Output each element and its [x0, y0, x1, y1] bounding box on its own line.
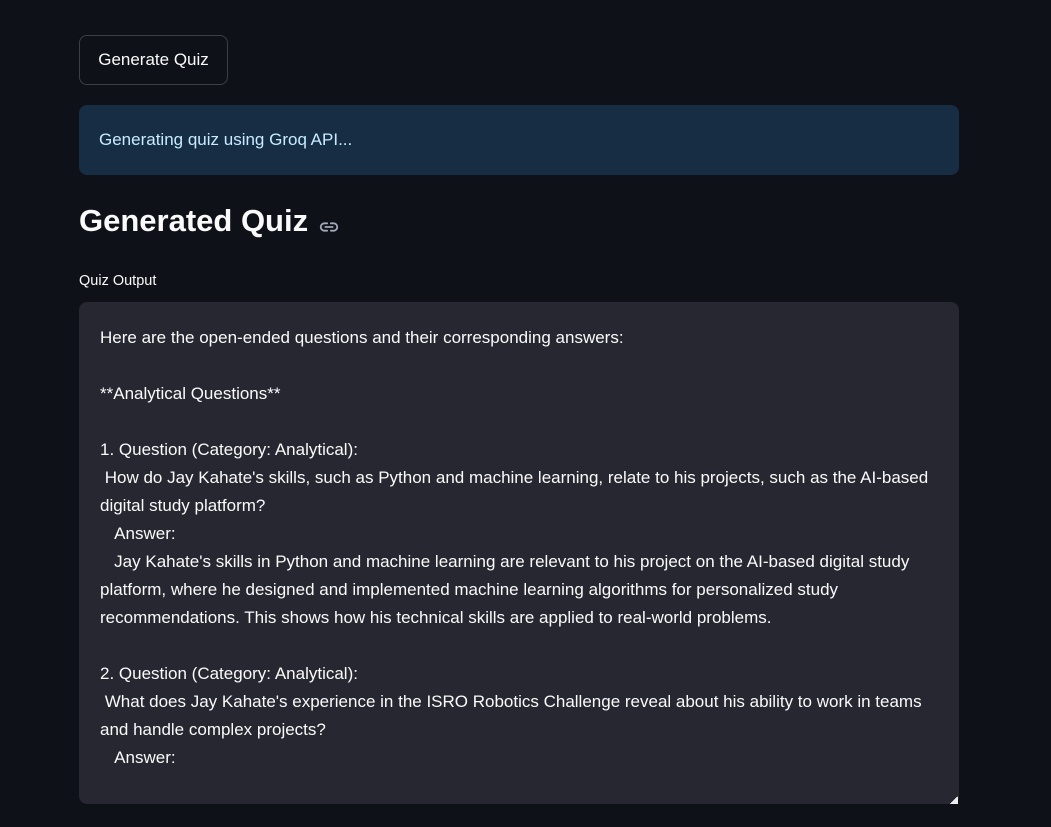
resize-handle-icon[interactable]: [950, 796, 958, 804]
page-title-text: Generated Quiz: [79, 203, 309, 238]
link-icon[interactable]: [318, 210, 340, 232]
info-alert: Generating quiz using Groq API...: [79, 105, 959, 175]
quiz-output-label: Quiz Output: [79, 273, 157, 289]
quiz-output-textarea[interactable]: Here are the open-ended questions and th…: [79, 302, 959, 804]
generate-quiz-button[interactable]: Generate Quiz: [79, 35, 228, 85]
page-title: Generated Quiz: [79, 203, 340, 239]
info-message: Generating quiz using Groq API...: [99, 130, 353, 149]
